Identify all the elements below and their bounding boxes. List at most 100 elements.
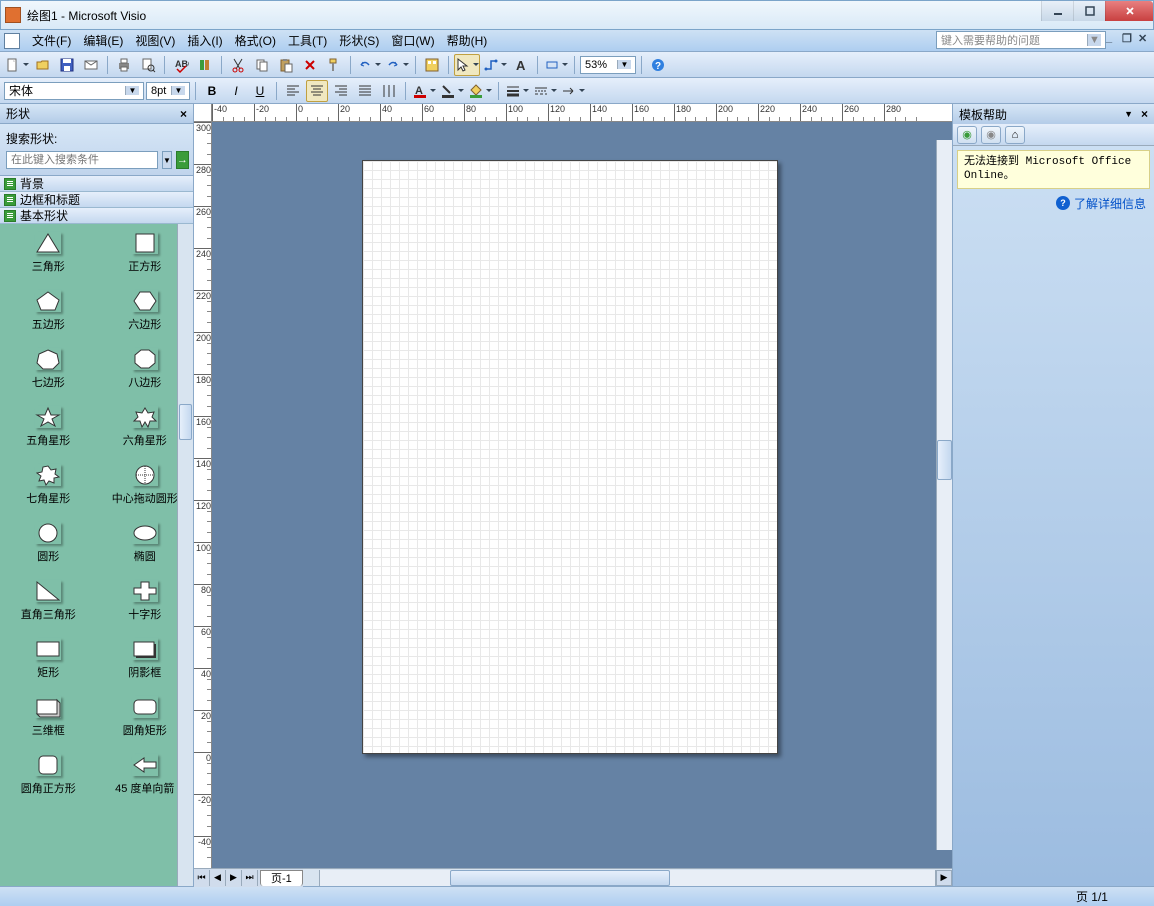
shape-item[interactable]: 圆角正方形 [0, 746, 97, 804]
help-button[interactable]: ? [647, 54, 669, 76]
menu-edit[interactable]: 编辑(E) [77, 30, 129, 51]
help-panel: 模板帮助 ▼ × ◉ ◉ ⌂ 无法连接到 Microsoft Office On… [952, 104, 1154, 886]
underline-button[interactable]: U [249, 80, 271, 102]
spelling-button[interactable]: ABC [170, 54, 192, 76]
help-forward-button[interactable]: ◉ [981, 126, 1001, 144]
distribute-button[interactable] [378, 80, 400, 102]
vertical-scrollbar[interactable] [936, 140, 952, 850]
drawing-tools-button[interactable] [543, 54, 569, 76]
menu-tools[interactable]: 工具(T) [282, 30, 333, 51]
page-nav-next[interactable]: ▶ [226, 870, 242, 886]
shape-item[interactable]: 三维框 [0, 688, 97, 746]
shape-item[interactable]: 直角三角形 [0, 572, 97, 630]
line-weight-button[interactable] [504, 80, 530, 102]
page-nav-last[interactable]: ⏭ [242, 870, 258, 886]
help-search-placeholder: 键入需要帮助的问题 [941, 32, 1040, 48]
align-left-button[interactable] [282, 80, 304, 102]
help-nav: ◉ ◉ ⌂ [953, 124, 1154, 146]
help-home-button[interactable]: ⌂ [1005, 126, 1025, 144]
status-bar: 页 1/1 [0, 886, 1154, 906]
search-shapes-input[interactable] [6, 151, 158, 169]
line-pattern-button[interactable] [532, 80, 558, 102]
help-search-box[interactable]: 键入需要帮助的问题▼ [936, 31, 1106, 49]
help-panel-dropdown[interactable]: ▼ [1124, 109, 1133, 119]
shapes-scrollbar[interactable] [177, 224, 193, 886]
line-color-button[interactable] [439, 80, 465, 102]
save-button[interactable] [56, 54, 78, 76]
svg-text:?: ? [655, 61, 661, 72]
align-right-button[interactable] [330, 80, 352, 102]
print-preview-button[interactable] [137, 54, 159, 76]
research-button[interactable] [194, 54, 216, 76]
shape-item[interactable]: 矩形 [0, 630, 97, 688]
shape-item[interactable]: 五角星形 [0, 398, 97, 456]
font-size-combo[interactable]: 8pt▼ [146, 82, 190, 100]
drawing-canvas[interactable] [212, 122, 952, 868]
menu-file[interactable]: 文件(F) [26, 30, 77, 51]
menu-insert[interactable]: 插入(I) [181, 30, 228, 51]
align-center-button[interactable] [306, 80, 328, 102]
shapes-panel: 形状 × 搜索形状: ▼ → 背景 边框和标题 基本形状 三角形正方形五边形六边… [0, 104, 194, 886]
pointer-tool-button[interactable] [454, 54, 480, 76]
text-tool-button[interactable]: A [510, 54, 532, 76]
menu-format[interactable]: 格式(O) [229, 30, 282, 51]
redo-button[interactable] [384, 54, 410, 76]
line-ends-button[interactable] [560, 80, 586, 102]
shape-item[interactable]: 七角星形 [0, 456, 97, 514]
hscroll-right-button[interactable]: ▶ [936, 870, 952, 886]
menu-view[interactable]: 视图(V) [129, 30, 181, 51]
shapes-panel-close-button[interactable]: × [180, 107, 187, 121]
vertical-ruler[interactable]: 3002802602402202001801601401201008060402… [194, 122, 212, 868]
stencil-borders-titles[interactable]: 边框和标题 [0, 192, 193, 208]
visio-app-icon [5, 7, 21, 23]
font-combo[interactable]: 宋体▼ [4, 82, 144, 100]
doc-minimize-button[interactable]: _ [1106, 32, 1118, 44]
shape-item[interactable]: 七边形 [0, 340, 97, 398]
drawing-page[interactable] [362, 160, 778, 754]
new-button[interactable] [4, 54, 30, 76]
info-icon: ? [1056, 196, 1070, 210]
shape-item[interactable]: 五边形 [0, 282, 97, 340]
bold-button[interactable]: B [201, 80, 223, 102]
page-nav-prev[interactable]: ◀ [210, 870, 226, 886]
align-justify-button[interactable] [354, 80, 376, 102]
delete-button[interactable] [299, 54, 321, 76]
control-menu-icon[interactable] [4, 33, 20, 49]
help-panel-close-button[interactable]: × [1141, 107, 1148, 121]
horizontal-scrollbar[interactable] [319, 870, 936, 886]
search-go-button[interactable]: → [176, 151, 189, 169]
connector-tool-button[interactable] [482, 54, 508, 76]
email-button[interactable] [80, 54, 102, 76]
print-button[interactable] [113, 54, 135, 76]
undo-button[interactable] [356, 54, 382, 76]
shape-item[interactable]: 三角形 [0, 224, 97, 282]
font-color-button[interactable]: A [411, 80, 437, 102]
menu-window[interactable]: 窗口(W) [385, 30, 440, 51]
window-maximize-button[interactable] [1073, 1, 1105, 21]
copy-button[interactable] [251, 54, 273, 76]
format-painter-button[interactable] [323, 54, 345, 76]
italic-button[interactable]: I [225, 80, 247, 102]
page-tab[interactable]: 页-1 [260, 870, 303, 886]
fill-color-button[interactable] [467, 80, 493, 102]
help-panel-header: 模板帮助 ▼ × [953, 104, 1154, 124]
doc-close-button[interactable]: ✕ [1138, 32, 1150, 44]
search-dropdown-button[interactable]: ▼ [162, 151, 172, 169]
paste-button[interactable] [275, 54, 297, 76]
stencil-basic-shapes[interactable]: 基本形状 [0, 208, 193, 224]
stencil-backgrounds[interactable]: 背景 [0, 176, 193, 192]
window-minimize-button[interactable] [1041, 1, 1073, 21]
help-details-link[interactable]: ? 了解详细信息 [953, 193, 1154, 214]
menu-shape[interactable]: 形状(S) [333, 30, 385, 51]
cut-button[interactable] [227, 54, 249, 76]
open-button[interactable] [32, 54, 54, 76]
menu-help[interactable]: 帮助(H) [441, 30, 494, 51]
horizontal-ruler[interactable]: -40-200204060801001201401601802002202402… [212, 104, 952, 122]
doc-restore-button[interactable]: ❐ [1122, 32, 1134, 44]
window-close-button[interactable] [1105, 1, 1153, 21]
help-back-button[interactable]: ◉ [957, 126, 977, 144]
page-nav-first[interactable]: ⏮ [194, 870, 210, 886]
zoom-combo[interactable]: 53%▼ [580, 56, 636, 74]
shapes-window-button[interactable] [421, 54, 443, 76]
shape-item[interactable]: 圆形 [0, 514, 97, 572]
